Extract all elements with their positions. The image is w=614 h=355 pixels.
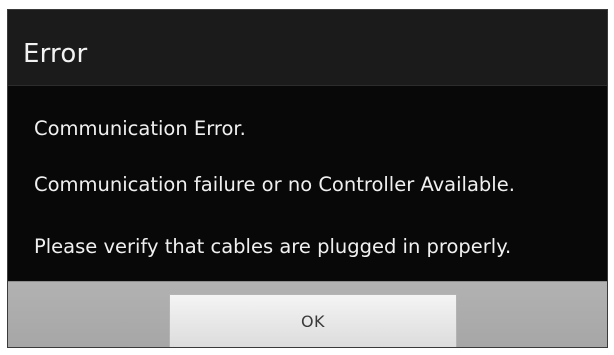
ok-button[interactable]: OK [169,294,457,347]
ok-button-label: OK [300,312,326,331]
dialog-body: Communication Error. Communication failu… [8,86,607,280]
error-dialog: Error Communication Error. Communication… [8,10,607,347]
dialog-header: Error [8,10,607,86]
error-message-instruction: Please verify that cables are plugged in… [34,235,512,258]
error-message-heading: Communication Error. [34,117,246,140]
error-message-detail: Communication failure or no Controller A… [34,173,515,196]
dialog-title: Error [23,39,88,69]
dialog-button-bar: OK [8,281,607,347]
